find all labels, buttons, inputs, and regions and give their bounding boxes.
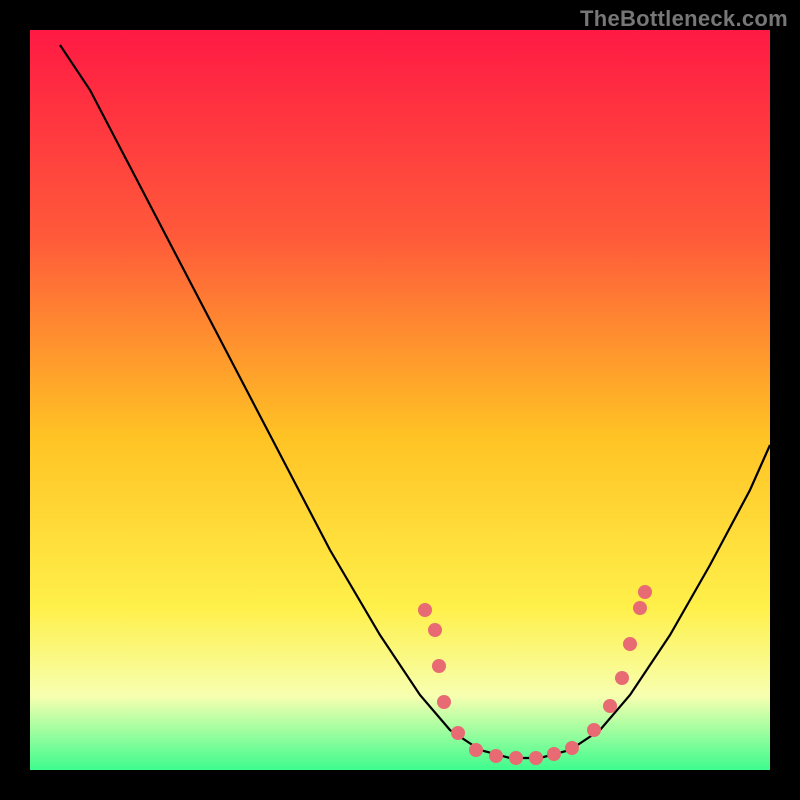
curve-marker-point [469,743,483,757]
curve-markers [418,585,652,765]
curve-marker-point [529,751,543,765]
curve-marker-point [428,623,442,637]
curve-marker-point [615,671,629,685]
curve-marker-point [509,751,523,765]
watermark-text: TheBottleneck.com [580,6,788,32]
curve-marker-point [633,601,647,615]
curve-marker-point [638,585,652,599]
chart-frame [30,30,770,770]
curve-marker-point [603,699,617,713]
curve-marker-point [489,749,503,763]
curve-marker-point [623,637,637,651]
curve-marker-point [432,659,446,673]
curve-marker-point [437,695,451,709]
curve-marker-point [565,741,579,755]
curve-marker-point [418,603,432,617]
bottleneck-curve [60,45,770,758]
chart-curve-layer [30,30,770,770]
curve-marker-point [451,726,465,740]
curve-marker-point [587,723,601,737]
curve-marker-point [547,747,561,761]
